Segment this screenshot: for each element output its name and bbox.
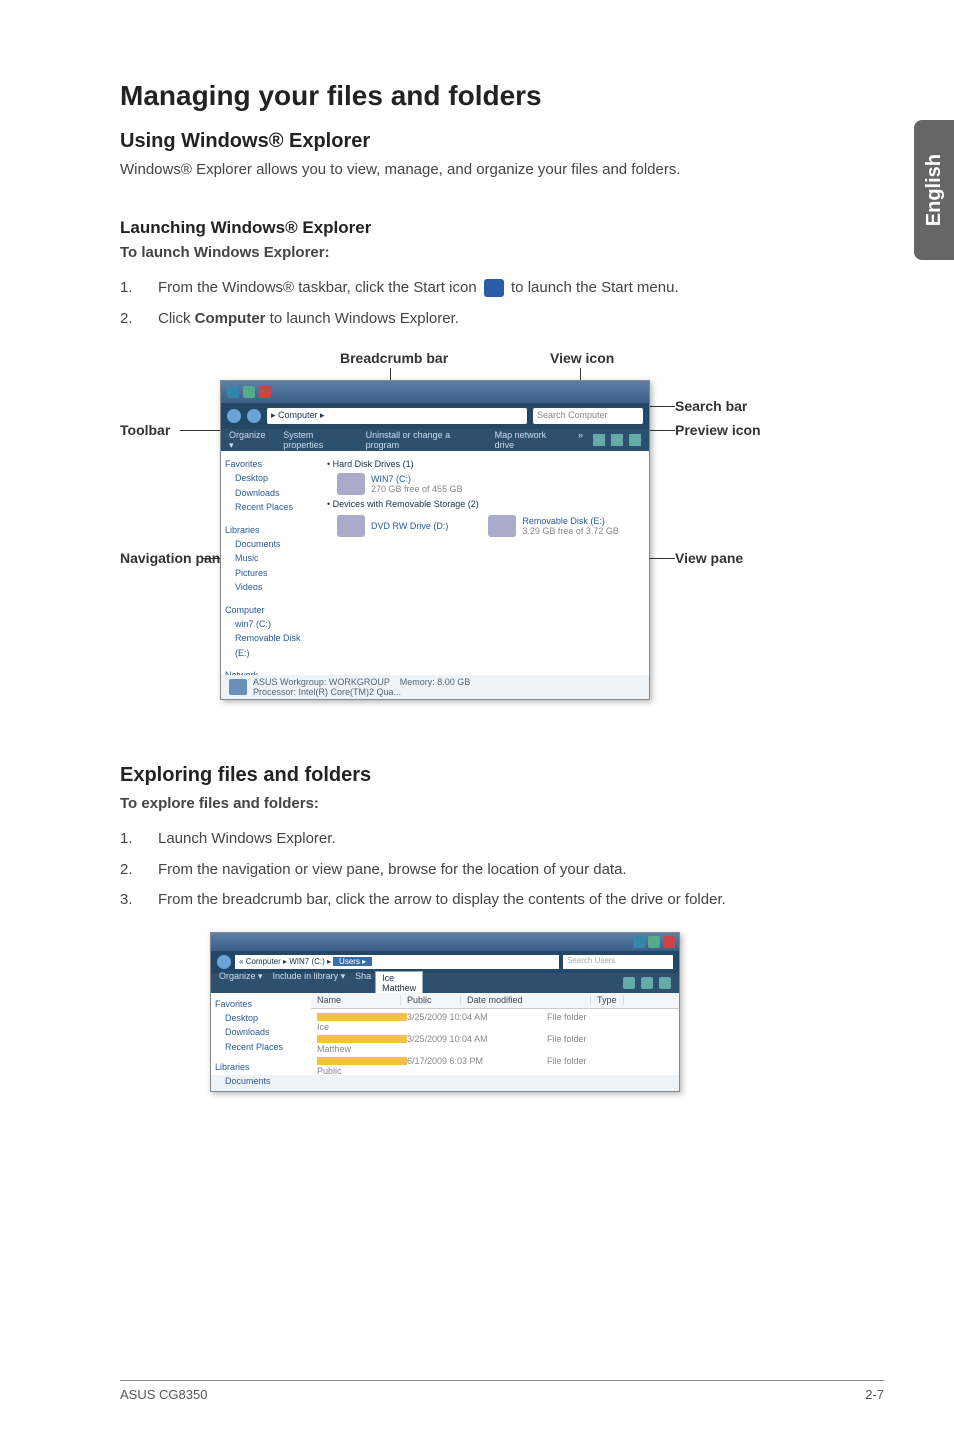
status-bar: ASUS Workgroup: WORKGROUP Memory: 8.00 G…: [221, 675, 649, 699]
help-icon: [659, 977, 671, 989]
side-tab-label: English: [923, 154, 946, 226]
footer-right: 2-7: [865, 1387, 884, 1402]
page-footer: ASUS CG8350 2-7: [120, 1380, 884, 1402]
explore-step-3: 3. From the breadcrumb bar, click the ar…: [120, 889, 884, 912]
explore-lead: To explore files and folders:: [120, 793, 884, 814]
close-icon: [663, 936, 675, 948]
explorer-window: ▸ Computer ▸ Search Computer Organize ▾ …: [220, 380, 650, 700]
preview-icon: [641, 977, 653, 989]
address-bar-2: « Computer ▸ WIN7 (C:) ▸ Users ▸ Search …: [211, 951, 679, 973]
explorer-window-2: « Computer ▸ WIN7 (C:) ▸ Users ▸ Search …: [210, 932, 680, 1092]
breadcrumb: ▸ Computer ▸: [267, 408, 527, 424]
folder-icon: [317, 1013, 407, 1021]
label-viewpane: View pane: [675, 550, 743, 566]
windows-start-icon: [484, 279, 504, 297]
minimize-icon: [633, 936, 645, 948]
page-content: Managing your files and folders Using Wi…: [0, 0, 954, 1132]
label-previewicon: Preview icon: [675, 422, 761, 438]
navigation-pane: Favorites Desktop Downloads Recent Place…: [221, 451, 321, 675]
view-icon: [623, 977, 635, 989]
step-1: 1. From the Windows® taskbar, click the …: [120, 277, 884, 300]
explore-steps: 1. Launch Windows Explorer. 2. From the …: [120, 828, 884, 912]
section-using-explorer-text: Windows® Explorer allows you to view, ma…: [120, 159, 884, 180]
back-icon: [217, 955, 231, 969]
explore-step-2: 2. From the navigation or view pane, bro…: [120, 859, 884, 882]
list-item: Matthew 3/25/2009 10:04 AM File folder: [317, 1033, 673, 1055]
preview-icon: [611, 434, 623, 446]
view-pane: • Hard Disk Drives (1) WIN7 (C:) 270 GB …: [321, 451, 649, 675]
launch-steps: 1. From the Windows® taskbar, click the …: [120, 277, 884, 330]
label-searchbar: Search bar: [675, 398, 747, 414]
back-icon: [227, 409, 241, 423]
file-list: Name Public Date modified Type Ice 3/25/…: [311, 993, 679, 1075]
view-icon: [593, 434, 605, 446]
breadcrumb-2: « Computer ▸ WIN7 (C:) ▸ Users ▸: [235, 955, 559, 969]
section-using-explorer-heading: Using Windows® Explorer: [120, 130, 884, 153]
footer-left: ASUS CG8350: [120, 1387, 207, 1402]
titlebar-2: [211, 933, 679, 951]
folder-icon: [317, 1035, 407, 1043]
drive-dvd: DVD RW Drive (D:): [337, 515, 448, 537]
explore-step-1: 1. Launch Windows Explorer.: [120, 828, 884, 851]
drive-c: WIN7 (C:) 270 GB free of 455 GB: [337, 473, 643, 495]
maximize-icon: [243, 386, 255, 398]
titlebar: [221, 381, 649, 403]
folder-icon: [317, 1057, 407, 1065]
forward-icon: [247, 409, 261, 423]
list-item: Ice 3/25/2009 10:04 AM File folder: [317, 1011, 673, 1033]
toolbar-2: Organize ▾ Include in library ▾ Sha Ice …: [211, 973, 679, 993]
hdd-icon: [337, 473, 365, 495]
label-breadcrumb: Breadcrumb bar: [340, 350, 448, 366]
section-exploring-heading: Exploring files and folders: [120, 764, 884, 787]
side-tab: English: [914, 120, 954, 260]
search-input: Search Computer: [533, 408, 643, 424]
column-headers: Name Public Date modified Type: [311, 993, 679, 1009]
annotated-screenshot-1: Breadcrumb bar View icon Toolbar Navigat…: [120, 350, 840, 730]
section-launching-heading: Launching Windows® Explorer: [120, 218, 884, 238]
address-bar: ▸ Computer ▸ Search Computer: [221, 403, 649, 429]
toolbar: Organize ▾ System properties Uninstall o…: [221, 429, 649, 451]
label-viewicon: View icon: [550, 350, 614, 366]
computer-icon: [229, 679, 247, 695]
help-icon: [629, 434, 641, 446]
list-item: Public 6/17/2009 6:03 PM File folder: [317, 1055, 673, 1077]
dvd-icon: [337, 515, 365, 537]
usb-icon: [488, 515, 516, 537]
navigation-pane-2: Favorites Desktop Downloads Recent Place…: [211, 993, 311, 1075]
search-input-2: Search Users: [563, 955, 673, 969]
page-title: Managing your files and folders: [120, 80, 884, 112]
launch-lead: To launch Windows Explorer:: [120, 242, 884, 263]
maximize-icon: [648, 936, 660, 948]
label-toolbar: Toolbar: [120, 422, 170, 438]
minimize-icon: [227, 386, 239, 398]
step-2: 2. Click Computer to launch Windows Expl…: [120, 308, 884, 331]
drive-removable: Removable Disk (E:) 3.29 GB free of 3.72…: [488, 515, 619, 537]
close-icon: [259, 386, 271, 398]
